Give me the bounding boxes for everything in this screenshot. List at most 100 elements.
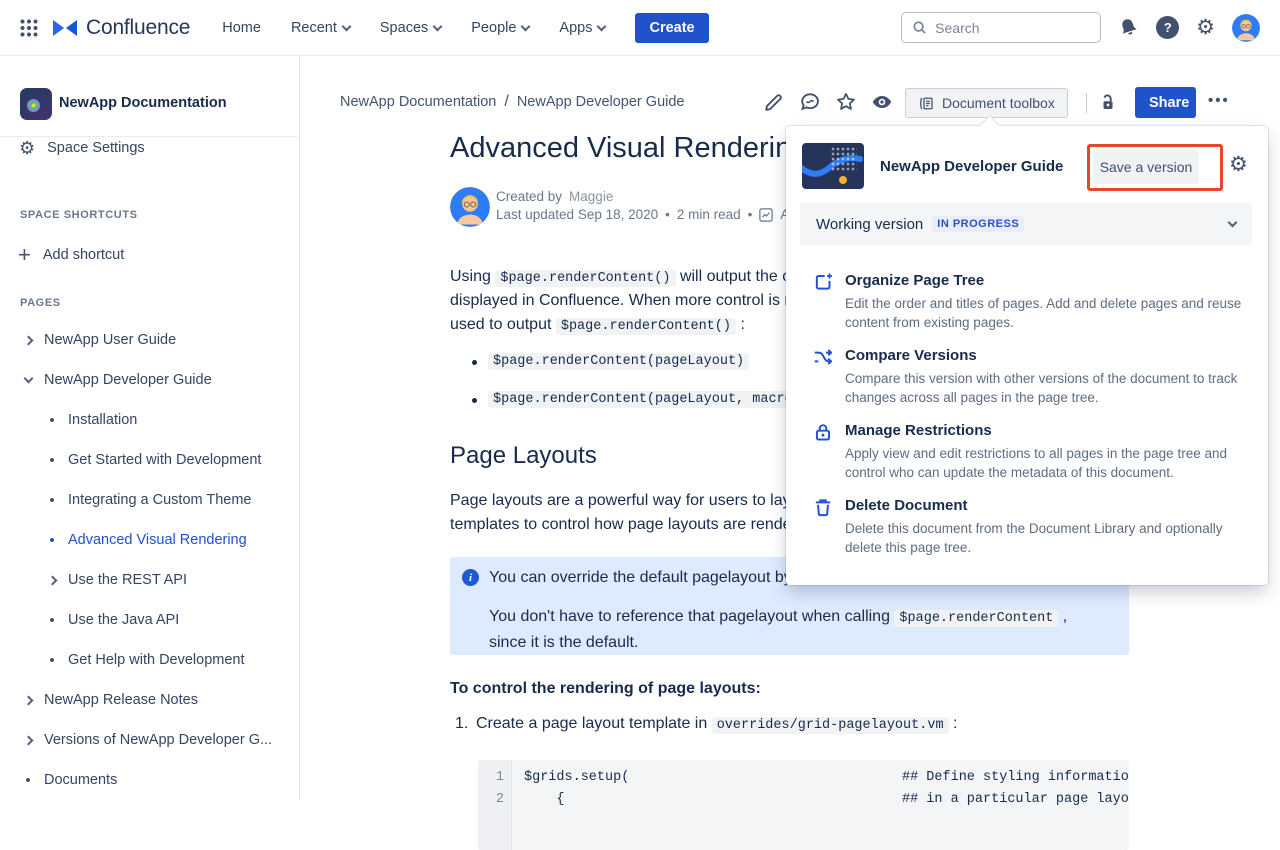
info-icon: i	[462, 569, 479, 586]
nav-people[interactable]: People	[471, 20, 529, 36]
dot-pattern	[831, 147, 857, 171]
paragraph-line: templates to control how page layouts ar…	[450, 516, 815, 534]
share-button[interactable]: Share	[1135, 87, 1196, 118]
analytics-icon	[759, 208, 773, 222]
search-icon	[912, 20, 927, 35]
sidebar-item-versions[interactable]: Versions of NewApp Developer G...	[20, 728, 272, 752]
create-button[interactable]: Create	[635, 13, 708, 43]
nav-apps[interactable]: Apps	[559, 20, 605, 36]
chevron-down-icon	[20, 378, 36, 382]
page-title: Advanced Visual Rendering	[450, 132, 807, 165]
status-badge: IN PROGRESS	[932, 216, 1024, 232]
nav-spaces[interactable]: Spaces	[380, 20, 441, 36]
info-text-line: You can override the default pagelayout …	[489, 569, 810, 587]
sidebar-item-installation[interactable]: Installation	[44, 408, 137, 432]
breadcrumb-separator: /	[504, 93, 508, 111]
settings-gear-icon[interactable]: ⚙	[1196, 17, 1215, 38]
chevron-down-icon	[341, 21, 351, 31]
sidebar-item-release-notes[interactable]: NewApp Release Notes	[20, 688, 198, 712]
user-avatar[interactable]	[1232, 14, 1260, 42]
doc-thumbnail	[802, 143, 864, 189]
bullet-icon	[44, 418, 60, 422]
author-avatar[interactable]	[450, 187, 490, 227]
paragraph-line: Page layouts are a powerful way for user…	[450, 492, 813, 510]
edit-pencil-icon[interactable]	[763, 91, 785, 113]
popup-doc-title: NewApp Developer Guide	[880, 158, 1063, 175]
breadcrumb-page[interactable]: NewApp Developer Guide	[517, 94, 685, 110]
sidebar-item-integrating-theme[interactable]: Integrating a Custom Theme	[44, 488, 252, 512]
help-icon[interactable]: ?	[1156, 16, 1179, 39]
notifications-bell-icon[interactable]	[1118, 17, 1139, 38]
paragraph-line: Using $page.renderContent() will output …	[450, 268, 821, 286]
list-item: $page.renderContent(pageLayout)	[488, 351, 749, 369]
gear-icon: ⚙	[19, 139, 35, 157]
add-shortcut[interactable]: + Add shortcut	[18, 245, 124, 265]
bullet-icon	[44, 618, 60, 622]
sidebar-item-documents[interactable]: Documents	[20, 768, 117, 792]
nav-recent[interactable]: Recent	[291, 20, 350, 36]
space-name: NewApp Documentation	[59, 95, 227, 111]
inline-code: overrides/grid-pagelayout.vm	[712, 717, 949, 734]
yellow-dot	[839, 176, 847, 184]
bullet-icon	[44, 538, 60, 542]
code-block[interactable]: 1 $grids.setup( ## Define styling inform…	[478, 760, 1129, 850]
popup-gear-icon[interactable]: ⚙	[1229, 152, 1248, 177]
nav-home[interactable]: Home	[222, 20, 261, 36]
main-content: NewApp Documentation / NewApp Developer …	[300, 56, 1280, 800]
sidebar-item-use-java-api[interactable]: Use the Java API	[44, 608, 179, 632]
page-add-icon	[812, 271, 834, 293]
document-icon	[918, 95, 935, 112]
sidebar: NewApp Documentation ⚙ Space Settings SP…	[0, 56, 300, 800]
working-version-selector[interactable]: Working version IN PROGRESS	[800, 203, 1252, 245]
sidebar-item-newapp-user-guide[interactable]: NewApp User Guide	[20, 328, 176, 352]
code-line: 1 $grids.setup( ## Define styling inform…	[478, 770, 1129, 790]
sidebar-item-newapp-developer-guide[interactable]: NewApp Developer Guide	[20, 368, 212, 392]
sidebar-item-advanced-visual-rendering[interactable]: Advanced Visual Rendering	[44, 528, 247, 552]
section-heading: Page Layouts	[450, 442, 597, 470]
unlock-icon[interactable]	[1097, 92, 1119, 114]
chevron-right-icon	[20, 697, 36, 704]
bullet-icon	[44, 458, 60, 462]
breadcrumb: NewApp Documentation / NewApp Developer …	[340, 93, 684, 111]
bullet-icon	[472, 398, 477, 403]
plus-icon: +	[18, 245, 31, 265]
apps-grid-icon[interactable]	[20, 19, 38, 37]
inline-code: $page.renderContent()	[495, 270, 675, 287]
breadcrumb-space[interactable]: NewApp Documentation	[340, 94, 496, 110]
more-actions-icon[interactable]: •••	[1208, 92, 1230, 109]
space-shortcuts-header: SPACE SHORTCUTS	[20, 209, 138, 221]
byline-created: Created by Maggie	[496, 189, 613, 204]
space-icon	[20, 88, 52, 120]
search-box[interactable]	[901, 12, 1101, 43]
logo-text: Confluence	[86, 16, 190, 40]
inline-code: $page.renderContent(pageLayout)	[488, 353, 749, 370]
chevron-right-icon	[20, 337, 36, 344]
search-input[interactable]	[935, 20, 1085, 36]
author-link[interactable]: Maggie	[569, 189, 613, 204]
space-settings[interactable]: ⚙ Space Settings	[19, 139, 145, 157]
chevron-right-icon	[44, 577, 60, 584]
watch-eye-icon[interactable]	[871, 91, 893, 113]
document-toolbox-button[interactable]: Document toolbox	[905, 88, 1068, 118]
step-number: 1.	[455, 715, 468, 733]
sidebar-item-get-help[interactable]: Get Help with Development	[44, 648, 245, 672]
document-toolbox-popup: NewApp Developer Guide Save a version ⚙ …	[786, 126, 1268, 585]
inline-code: $page.renderContent	[894, 610, 1058, 627]
chevron-down-icon	[521, 21, 531, 31]
compare-icon	[812, 346, 834, 368]
star-icon[interactable]	[835, 91, 857, 113]
sidebar-item-use-rest-api[interactable]: Use the REST API	[44, 568, 187, 592]
sidebar-item-get-started[interactable]: Get Started with Development	[44, 448, 261, 472]
bullet-icon	[44, 498, 60, 502]
popup-caret	[979, 115, 1000, 136]
byline-meta: Last updated Sep 18, 2020 • 2 min read •…	[496, 207, 789, 222]
confluence-logo[interactable]: Confluence	[52, 16, 190, 40]
save-a-version-button[interactable]: Save a version	[1093, 150, 1199, 184]
paragraph-line: used to output $page.renderContent() :	[450, 316, 745, 334]
bullet-icon	[44, 658, 60, 662]
divider	[1086, 93, 1087, 113]
pages-header: PAGES	[20, 297, 61, 309]
comment-icon[interactable]	[799, 91, 821, 113]
chevron-right-icon	[20, 737, 36, 744]
bullet-icon	[20, 778, 36, 782]
